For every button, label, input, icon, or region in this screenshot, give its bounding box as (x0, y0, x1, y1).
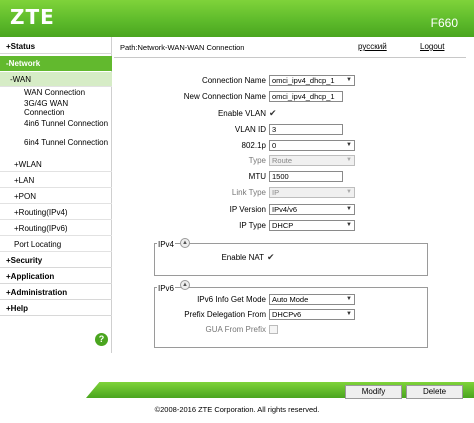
nav-administration[interactable]: +Administration (0, 285, 112, 300)
priority-8021p-label: 802.1p (241, 141, 266, 150)
nav-lan[interactable]: +LAN (0, 173, 112, 188)
type-select: Route ▼ (269, 155, 355, 166)
ip-version-value: IPv4/v6 (272, 205, 298, 214)
connection-name-label: Connection Name (201, 76, 266, 85)
logout-link[interactable]: Logout (420, 42, 444, 51)
type-label: Type (248, 156, 266, 165)
type-value: Route (272, 156, 293, 165)
prefix-delegation-from-select[interactable]: DHCPv6 ▼ (269, 309, 355, 320)
ip-type-value: DHCP (272, 221, 294, 230)
chevron-down-icon: ▼ (346, 77, 352, 83)
ip-type-label: IP Type (239, 221, 266, 230)
link-type-select: IP ▼ (269, 187, 355, 198)
new-connection-name-input[interactable]: omci_ipv4_dhcp_1 (269, 91, 343, 102)
chevron-down-icon: ▼ (346, 142, 352, 148)
ip-version-label: IP Version (229, 205, 266, 214)
nav-wlan[interactable]: +WLAN (0, 157, 112, 172)
connection-name-value: omci_ipv4_dhcp_1 (272, 76, 335, 85)
enable-nat-label: Enable NAT (221, 253, 264, 262)
ip-type-select[interactable]: DHCP ▼ (269, 220, 355, 231)
mtu-input[interactable]: 1500 (269, 171, 343, 182)
mtu-label: MTU (248, 172, 266, 181)
nav-network[interactable]: -Network (0, 56, 112, 71)
ipv6-info-get-mode-select[interactable]: Auto Mode ▼ (269, 294, 355, 305)
breadcrumb: Path:Network-WAN-WAN Connection (120, 43, 245, 52)
nav-port-locating[interactable]: Port Locating (0, 237, 112, 252)
ip-version-select[interactable]: IPv4/v6 ▼ (269, 204, 355, 215)
nav-wan-connection[interactable]: WAN Connection (24, 88, 110, 97)
nav-application[interactable]: +Application (0, 269, 112, 284)
copyright-text: ©2008-2016 ZTE Corporation. All rights r… (154, 405, 320, 414)
chevron-down-icon: ▼ (346, 157, 352, 163)
nav-routing-ipv6[interactable]: +Routing(IPv6) (0, 221, 112, 236)
nav-help[interactable]: +Help (0, 301, 112, 316)
gua-from-prefix-label: GUA From Prefix (205, 325, 266, 334)
chevron-down-icon: ▼ (346, 189, 352, 195)
chevron-down-icon: ▼ (346, 311, 352, 317)
nav-wan[interactable]: -WAN (0, 72, 112, 87)
nav-pon[interactable]: +PON (0, 189, 112, 204)
new-connection-name-label: New Connection Name (183, 92, 266, 101)
ipv4-group-title: IPv4 (157, 240, 176, 249)
gua-from-prefix-checkbox[interactable] (269, 325, 278, 334)
modify-button[interactable]: Modify (345, 385, 402, 399)
language-link[interactable]: русский (358, 42, 387, 51)
prefix-delegation-from-value: DHCPv6 (272, 310, 302, 319)
nav-6in4-tunnel[interactable]: 6in4 Tunnel Connection (24, 138, 110, 147)
breadcrumb-bar: Path:Network-WAN-WAN Connection русский … (114, 40, 466, 58)
nav-routing-ipv4[interactable]: +Routing(IPv4) (0, 205, 112, 220)
delete-button[interactable]: Delete (406, 385, 463, 399)
vlan-id-label: VLAN ID (234, 125, 266, 134)
nav-3g4g-wan-connection[interactable]: 3G/4G WAN Connection (24, 99, 110, 117)
sidebar: +Status -Network -WAN WAN Connection 3G/… (0, 37, 112, 353)
enable-vlan-checkbox[interactable]: ✔ (269, 109, 278, 118)
collapse-icon[interactable]: ▲ (180, 280, 190, 290)
priority-8021p-value: 0 (272, 141, 277, 150)
nav-security[interactable]: +Security (0, 253, 112, 268)
chevron-down-icon: ▼ (346, 206, 352, 212)
enable-nat-checkbox[interactable]: ✔ (267, 253, 276, 262)
zte-logo: ZTE (10, 5, 55, 29)
collapse-icon[interactable]: ▲ (180, 238, 190, 248)
vlan-id-input[interactable]: 3 (269, 124, 343, 135)
priority-8021p-select[interactable]: 0 ▼ (269, 140, 355, 151)
chevron-down-icon: ▼ (346, 296, 352, 302)
ipv6-info-get-mode-label: IPv6 Info Get Mode (197, 295, 266, 304)
nav-status[interactable]: +Status (0, 39, 112, 54)
link-type-label: Link Type (231, 188, 266, 197)
link-type-value: IP (272, 188, 280, 197)
header-banner: ZTE F660 (0, 0, 474, 37)
ipv6-info-get-mode-value: Auto Mode (272, 295, 309, 304)
ipv6-group-title: IPv6 (157, 284, 176, 293)
enable-vlan-label: Enable VLAN (217, 109, 266, 118)
connection-name-select[interactable]: omci_ipv4_dhcp_1 ▼ (269, 75, 355, 86)
chevron-down-icon: ▼ (346, 222, 352, 228)
nav-4in6-tunnel[interactable]: 4in6 Tunnel Connection (24, 119, 110, 128)
device-model: F660 (430, 16, 458, 30)
prefix-delegation-from-label: Prefix Delegation From (184, 310, 266, 319)
